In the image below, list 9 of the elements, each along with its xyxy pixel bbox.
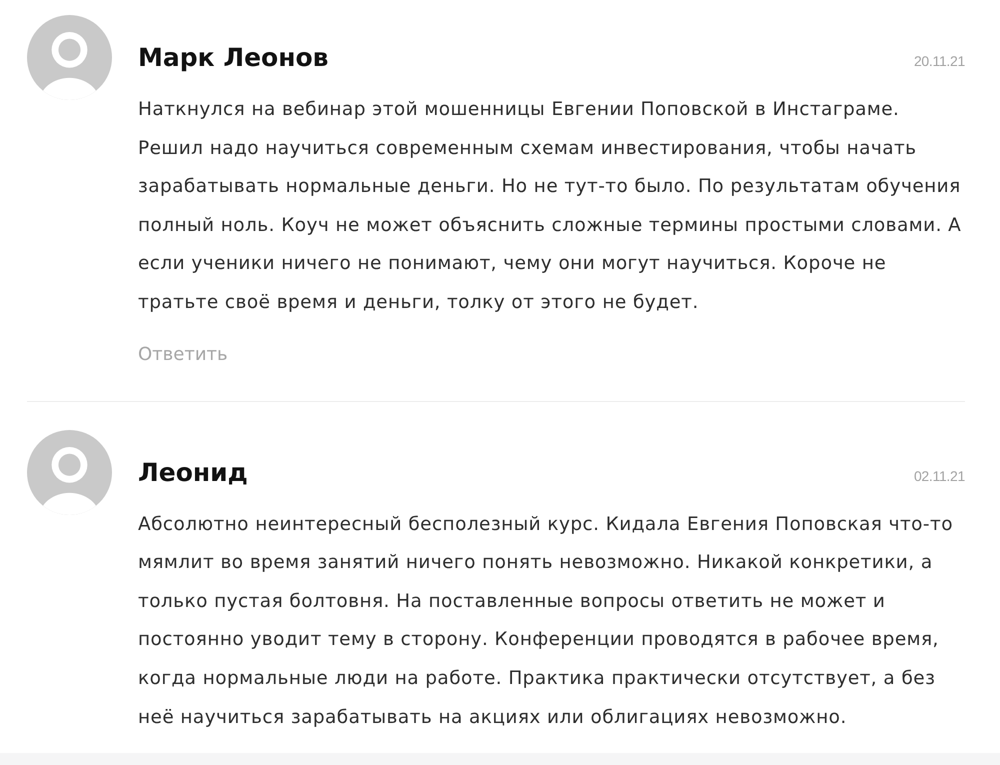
comment-text: Абсолютно неинтересный бесполезный курс. Кидала Евгения Поповская что-то мямлит во время занятий ничего понять невозможно. Никакой конкретики, а только пустая болтовня. На поставленные вопросы ответить не может и постоянно уводит тему в сторону. Конференции проводятся в рабочее время, когда нормальные люди на работе. Практика практически отсутствует, а без неё научиться зарабатывать на акциях или облигациях невозможно.: [138, 512, 954, 730]
user-avatar-icon: [27, 15, 112, 100]
comment-date: 20.11.21: [914, 53, 965, 69]
user-avatar-icon: [27, 430, 112, 515]
comment-author: Марк Леонов: [138, 42, 328, 74]
comment-text: Наткнулся на вебинар этой мошенницы Евгении Поповской в Инстаграме. Решил надо научиться современным схемам инвестирования, чтобы начать зарабатывать нормальные деньги. Но не тут-то было. По результатам обучения полный ноль. Коуч не может объяснить сложные термины простыми словами. А если ученики ничего не понимают, чему они могут научиться. Короче не тратьте своё время и деньги, толку от этого не будет.: [138, 98, 962, 315]
reply-link[interactable]: Ответить: [138, 342, 228, 367]
comment-author: Леонид: [138, 456, 248, 489]
comment-date: 02.11.21: [914, 468, 965, 484]
